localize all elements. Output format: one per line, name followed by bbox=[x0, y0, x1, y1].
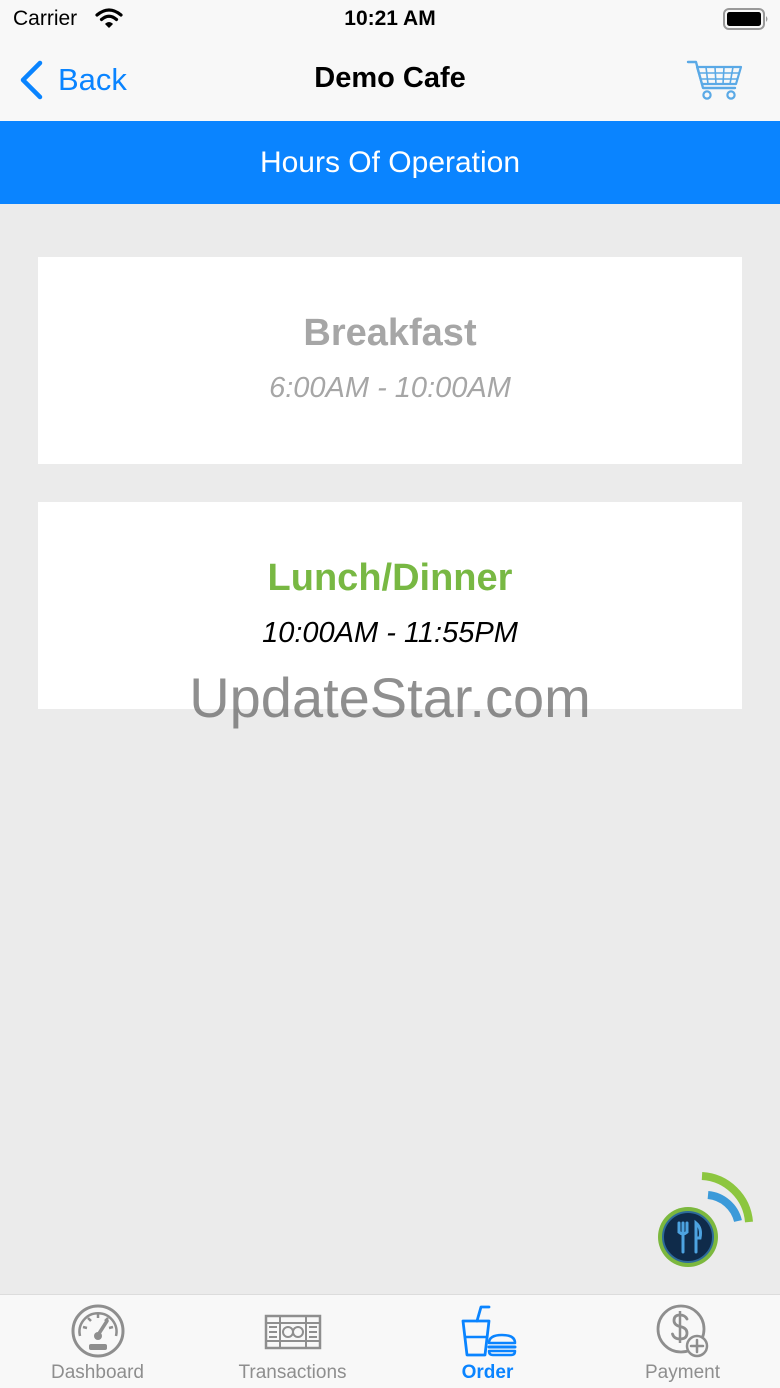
tab-transactions[interactable]: Transactions bbox=[195, 1295, 390, 1388]
signal-arc-icon bbox=[707, 1191, 742, 1223]
mobile-order-fab[interactable] bbox=[652, 1170, 756, 1270]
tab-label: Transactions bbox=[238, 1362, 347, 1383]
tab-bar: Dashboard Transactions Order Payment bbox=[0, 1294, 780, 1388]
receipts-icon bbox=[264, 1314, 322, 1350]
status-time: 10:21 AM bbox=[344, 7, 436, 30]
dollar-add-icon bbox=[656, 1304, 709, 1358]
tab-label: Dashboard bbox=[51, 1362, 144, 1383]
meal-period-name: Breakfast bbox=[303, 312, 477, 354]
tab-dashboard[interactable]: Dashboard bbox=[0, 1295, 195, 1388]
speedometer-icon bbox=[71, 1304, 125, 1358]
meal-period-hours: 6:00AM - 10:00AM bbox=[269, 372, 511, 404]
battery-icon bbox=[723, 8, 768, 30]
section-banner-title: Hours Of Operation bbox=[259, 145, 521, 179]
meal-period-name: Lunch/Dinner bbox=[267, 557, 513, 599]
section-banner: Hours Of Operation bbox=[0, 121, 780, 204]
meal-period-lunch-dinner-card[interactable]: Lunch/Dinner 10:00AM - 11:55PM bbox=[38, 502, 742, 709]
tab-label: Payment bbox=[645, 1362, 720, 1383]
meal-period-hours: 10:00AM - 11:55PM bbox=[262, 617, 518, 649]
drink-food-icon bbox=[461, 1305, 517, 1357]
tab-payment[interactable]: Payment bbox=[585, 1295, 780, 1388]
page-title: Demo Cafe bbox=[314, 62, 466, 94]
navigation-bar: Back Demo Cafe bbox=[0, 40, 780, 121]
status-bar: Carrier 10:21 AM bbox=[0, 0, 780, 40]
tab-label: Order bbox=[461, 1362, 514, 1383]
shopping-cart-icon[interactable] bbox=[686, 58, 744, 102]
tab-order[interactable]: Order bbox=[390, 1295, 585, 1388]
meal-period-breakfast-card[interactable]: Breakfast 6:00AM - 10:00AM bbox=[38, 257, 742, 464]
